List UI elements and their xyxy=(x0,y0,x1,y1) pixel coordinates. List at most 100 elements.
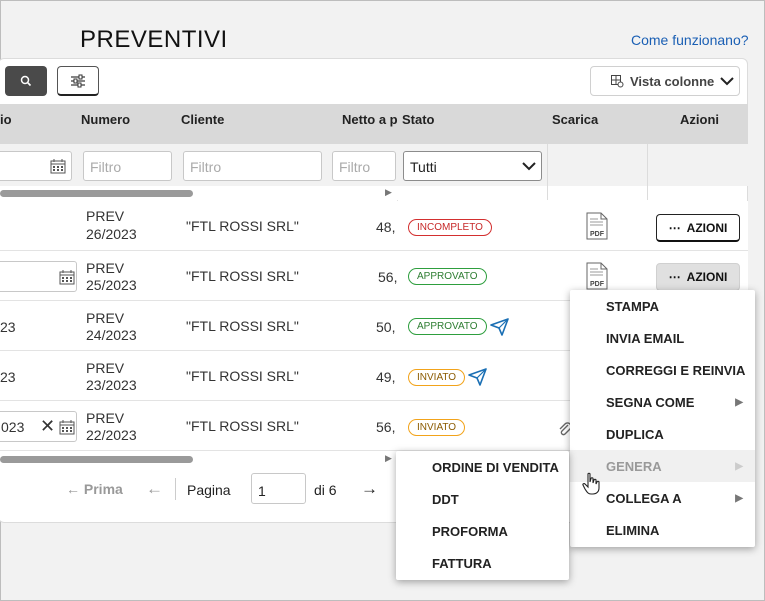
genera-submenu: ORDINE DI VENDITA DDT PROFORMA FATTURA xyxy=(396,451,569,580)
sent-arrow-icon xyxy=(468,368,487,386)
pdf-download-icon[interactable]: PDF xyxy=(586,262,608,290)
columns-view-label: Vista colonne xyxy=(630,73,715,89)
chevron-down-icon xyxy=(522,162,536,171)
row-date: 23 xyxy=(0,369,16,385)
row-netto: 56, xyxy=(378,269,398,285)
row-cliente: "FTL ROSSI SRL" xyxy=(186,268,299,284)
column-header-azioni: Azioni xyxy=(680,112,719,127)
first-page-button[interactable]: ← Prima xyxy=(66,481,123,497)
column-divider xyxy=(647,144,648,200)
netto-filter-input[interactable]: Filtro xyxy=(332,151,396,181)
row-number: 26/2023 xyxy=(86,226,137,242)
submenu-item-ordine-di-vendita[interactable]: ORDINE DI VENDITA xyxy=(396,451,569,483)
row-date-input[interactable] xyxy=(0,261,77,292)
menu-item-duplica[interactable]: DUPLICA xyxy=(570,418,755,450)
svg-text:PDF: PDF xyxy=(590,281,605,288)
search-icon xyxy=(20,75,32,87)
arrow-left-icon: ← xyxy=(66,481,80,497)
row-number: 22/2023 xyxy=(86,427,137,443)
row-netto: 48, xyxy=(376,219,396,235)
row-actions-label: AZIONI xyxy=(686,220,728,235)
row-cliente: "FTL ROSSI SRL" xyxy=(186,218,299,234)
search-button[interactable] xyxy=(5,66,47,96)
chevron-right-icon: ▶ xyxy=(735,492,743,504)
pdf-download-icon[interactable]: PDF xyxy=(586,212,608,240)
column-header-netto[interactable]: Netto a p xyxy=(342,112,398,127)
menu-item-label: SEGNA COME xyxy=(606,394,695,410)
column-header-stato[interactable]: Stato xyxy=(402,112,435,127)
page-label: Pagina xyxy=(187,482,231,498)
filter-settings-button[interactable] xyxy=(57,66,99,96)
more-dots-icon: ⋯ xyxy=(668,270,681,284)
horizontal-scrollbar[interactable]: ▶ xyxy=(0,187,392,198)
menu-item-segna-come[interactable]: SEGNA COME ▶ xyxy=(570,386,755,418)
submenu-item-proforma[interactable]: PROFORMA xyxy=(396,515,569,547)
menu-item-label: GENERA xyxy=(606,458,662,474)
row-number-prefix: PREV xyxy=(86,260,125,276)
row-netto: 50, xyxy=(376,319,396,335)
clear-date-icon[interactable]: ✕ xyxy=(40,416,55,437)
menu-item-stampa[interactable]: STAMPA xyxy=(570,290,755,322)
scroll-right-arrow-icon[interactable]: ▶ xyxy=(385,187,392,198)
date-filter-input[interactable] xyxy=(0,151,72,181)
status-badge: INCOMPLETO xyxy=(408,219,492,236)
calendar-icon xyxy=(50,159,66,174)
prev-page-arrow-icon[interactable]: ← xyxy=(146,479,163,499)
column-divider xyxy=(547,144,548,200)
column-header-scarica: Scarica xyxy=(552,112,599,127)
table-row: PREV 26/2023 "FTL ROSSI SRL" 48, INCOMPL… xyxy=(0,201,748,251)
columns-view-button[interactable]: Vista colonne xyxy=(590,66,740,96)
svg-text:PDF: PDF xyxy=(590,231,605,238)
menu-item-invia-email[interactable]: INVIA EMAIL xyxy=(570,322,755,354)
row-number-prefix: PREV xyxy=(86,410,125,426)
row-cliente: "FTL ROSSI SRL" xyxy=(186,418,299,434)
calendar-icon[interactable] xyxy=(59,419,75,435)
row-number: 25/2023 xyxy=(86,277,137,293)
sent-arrow-icon xyxy=(490,318,509,336)
page-count: di 6 xyxy=(314,482,337,498)
status-badge: INVIATO xyxy=(408,369,466,386)
stato-filter-value: Tutti xyxy=(410,159,437,175)
column-header-numero[interactable]: Numero xyxy=(81,112,130,127)
row-number-prefix: PREV xyxy=(86,310,125,326)
chevron-right-icon: ▶ xyxy=(735,460,743,472)
columns-icon xyxy=(611,75,624,88)
row-number-prefix: PREV xyxy=(86,360,125,376)
column-header-cliente[interactable]: Cliente xyxy=(181,112,224,127)
row-date-input[interactable]: 023 ✕ xyxy=(0,411,77,442)
status-badge: APPROVATO xyxy=(408,318,487,335)
menu-item-label: COLLEGA A xyxy=(606,490,682,506)
row-cliente: "FTL ROSSI SRL" xyxy=(186,318,299,334)
help-link[interactable]: Come funzionano? xyxy=(631,32,749,48)
stato-filter-select[interactable]: Tutti xyxy=(403,151,542,181)
menu-item-elimina[interactable]: ELIMINA xyxy=(570,514,755,546)
scrollbar-thumb[interactable] xyxy=(0,190,193,197)
row-actions-button[interactable]: ⋯ AZIONI xyxy=(656,263,740,291)
scroll-right-arrow-icon[interactable]: ▶ xyxy=(385,453,392,464)
column-header-date[interactable]: io xyxy=(0,112,12,127)
row-netto: 49, xyxy=(376,369,396,385)
numero-filter-input[interactable]: Filtro xyxy=(83,151,172,181)
row-date: 23 xyxy=(0,319,16,335)
cliente-filter-input[interactable]: Filtro xyxy=(183,151,322,181)
hand-cursor-icon xyxy=(582,472,600,495)
horizontal-scrollbar[interactable]: ▶ xyxy=(0,453,392,464)
row-number: 24/2023 xyxy=(86,327,137,343)
status-badge: APPROVATO xyxy=(408,268,487,285)
menu-item-correggi-e-reinvia[interactable]: CORREGGI E REINVIA xyxy=(570,354,755,386)
row-number: 23/2023 xyxy=(86,377,137,393)
first-page-label: Prima xyxy=(83,481,123,497)
page-number-input[interactable]: 1 xyxy=(251,473,306,504)
scrollbar-thumb[interactable] xyxy=(0,456,193,463)
next-page-arrow-icon[interactable]: → xyxy=(361,479,378,499)
page-title: PREVENTIVI xyxy=(80,26,228,53)
row-cliente: "FTL ROSSI SRL" xyxy=(186,368,299,384)
submenu-item-fattura[interactable]: FATTURA xyxy=(396,547,569,579)
row-netto: 56, xyxy=(376,419,396,435)
status-badge: INVIATO xyxy=(408,419,466,436)
more-dots-icon: ⋯ xyxy=(668,220,681,235)
row-actions-button[interactable]: ⋯ AZIONI xyxy=(656,214,740,242)
chevron-down-icon xyxy=(720,77,735,86)
row-date-value: 023 xyxy=(1,419,25,435)
submenu-item-ddt[interactable]: DDT xyxy=(396,483,569,515)
